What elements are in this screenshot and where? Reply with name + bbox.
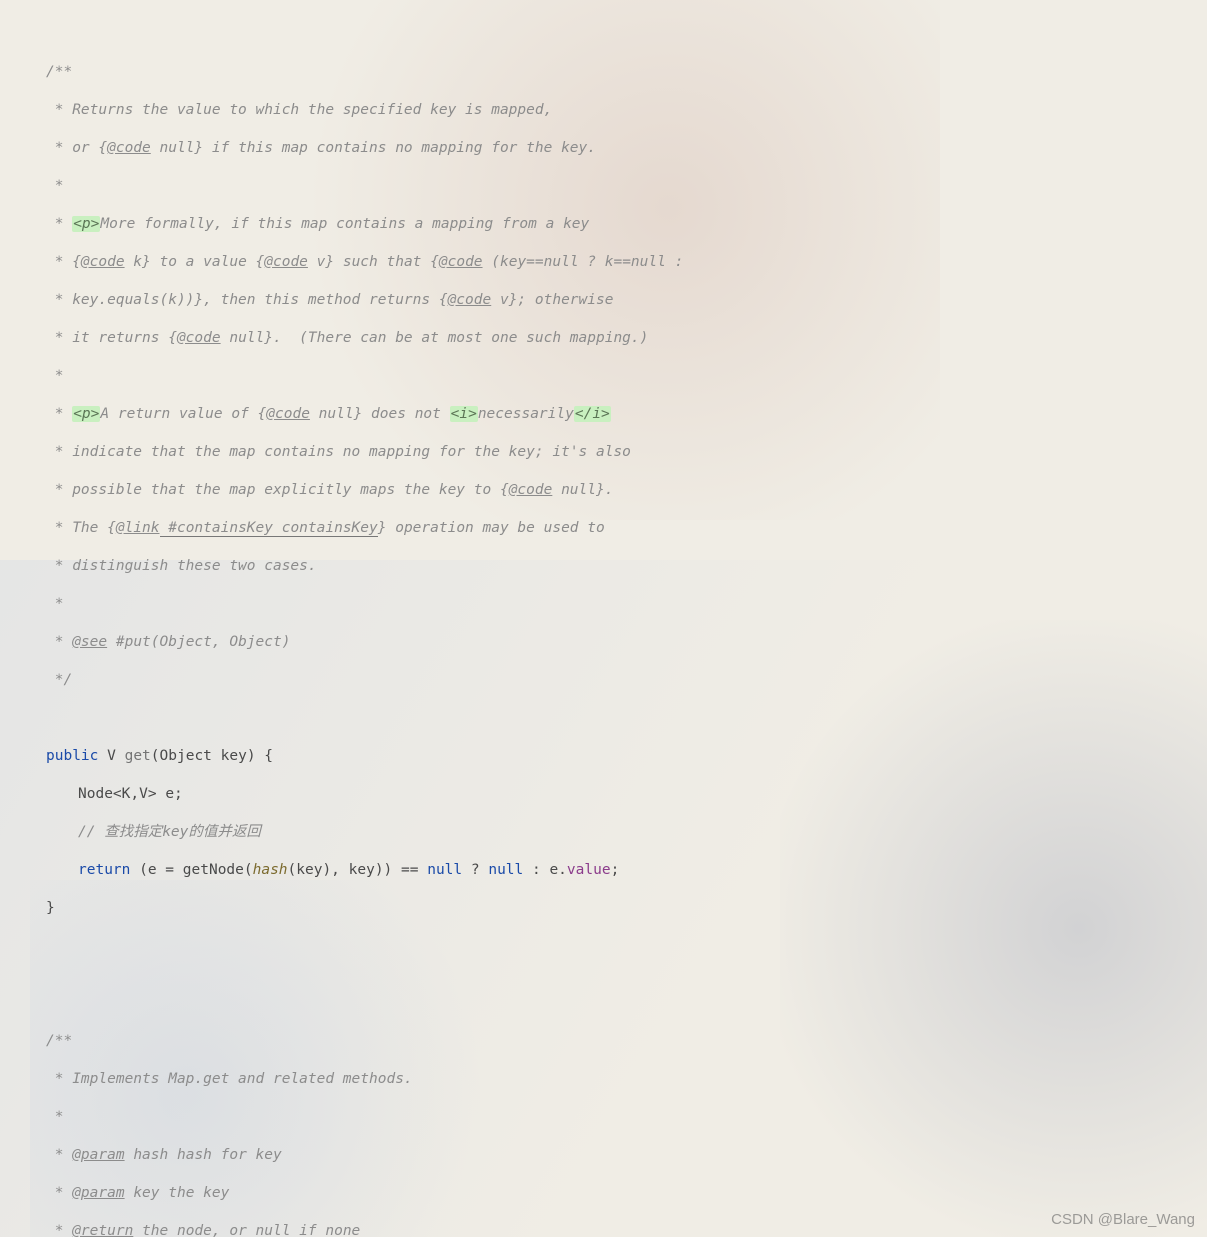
doc-comment: * <p>More formally, if this map contains… xyxy=(14,215,1207,234)
doc-comment: * xyxy=(14,595,1207,614)
doc-comment: * it returns {@code null}. (There can be… xyxy=(14,329,1207,348)
doc-comment: * distinguish these two cases. xyxy=(14,557,1207,576)
doc-comment: * The {@link #containsKey containsKey} o… xyxy=(14,519,1207,538)
doc-comment: * {@code k} to a value {@code v} such th… xyxy=(14,253,1207,272)
doc-comment: * indicate that the map contains no mapp… xyxy=(14,443,1207,462)
doc-comment: /** xyxy=(14,63,1207,82)
inline-comment: // 查找指定key的值并返回 xyxy=(14,823,1207,842)
doc-comment: * xyxy=(14,1108,1207,1127)
method-signature-get: public V get(Object key) { xyxy=(14,747,1207,766)
brace-close: } xyxy=(14,899,1207,918)
doc-comment: * key.equals(k))}, then this method retu… xyxy=(14,291,1207,310)
doc-comment: * @param key the key xyxy=(14,1184,1207,1203)
doc-comment: * <p>A return value of {@code null} does… xyxy=(14,405,1207,424)
code-block: /** * Returns the value to which the spe… xyxy=(14,6,1207,1237)
code-line: return (e = getNode(hash(key), key)) == … xyxy=(14,861,1207,880)
code-line: Node<K,V> e; xyxy=(14,785,1207,804)
doc-comment: /** xyxy=(14,1032,1207,1051)
watermark-text: CSDN @Blare_Wang xyxy=(1051,1210,1195,1229)
doc-comment: * Returns the value to which the specifi… xyxy=(14,101,1207,120)
blank-line xyxy=(14,956,1207,975)
doc-comment: * or {@code null} if this map contains n… xyxy=(14,139,1207,158)
doc-comment: * possible that the map explicitly maps … xyxy=(14,481,1207,500)
doc-comment: * xyxy=(14,177,1207,196)
doc-comment: * @return the node, or null if none xyxy=(14,1222,1207,1237)
doc-comment: * xyxy=(14,367,1207,386)
doc-comment: * @param hash hash for key xyxy=(14,1146,1207,1165)
doc-comment: * Implements Map.get and related methods… xyxy=(14,1070,1207,1089)
doc-comment: * @see #put(Object, Object) xyxy=(14,633,1207,652)
doc-comment: */ xyxy=(14,671,1207,690)
